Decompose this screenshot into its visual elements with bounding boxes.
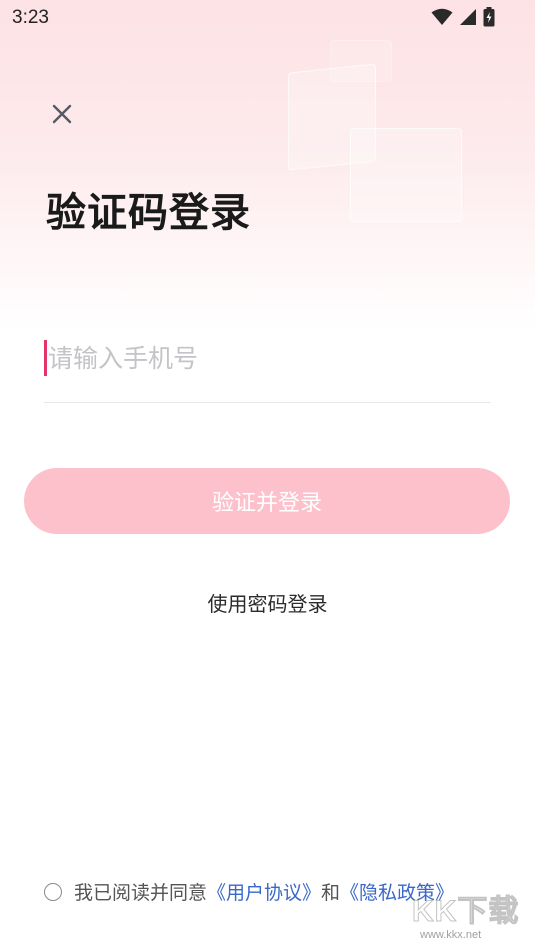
- close-button[interactable]: [44, 96, 80, 132]
- page-title: 验证码登录: [46, 190, 251, 236]
- watermark: KK下载 www.kkx.net: [412, 895, 532, 949]
- watermark-logo: KK下载: [412, 895, 520, 929]
- phone-input[interactable]: [48, 336, 488, 380]
- decorative-shape: [330, 40, 392, 82]
- close-icon: [52, 104, 72, 124]
- agreement-prefix: 我已阅读并同意: [74, 882, 208, 904]
- text-caret: [44, 340, 47, 376]
- phone-input-field[interactable]: [44, 330, 491, 403]
- agreement-row: 我已阅读并同意 《用户协议》 和 《隐私政策》: [44, 878, 454, 905]
- status-icons: [431, 7, 495, 27]
- status-bar: 3:23: [0, 0, 535, 36]
- agreement-checkbox[interactable]: [44, 882, 62, 901]
- battery-icon: [483, 7, 495, 27]
- status-time: 3:23: [12, 7, 49, 28]
- wifi-icon: [431, 8, 453, 25]
- password-login-link[interactable]: 使用密码登录: [0, 588, 535, 617]
- watermark-url: www.kkx.net: [420, 929, 482, 941]
- agreement-conjunction: 和: [321, 882, 341, 904]
- signal-icon: [460, 9, 476, 25]
- decorative-shape: [350, 128, 462, 222]
- user-agreement-link[interactable]: 《用户协议》: [207, 878, 321, 905]
- verify-login-button[interactable]: 验证并登录: [24, 468, 510, 534]
